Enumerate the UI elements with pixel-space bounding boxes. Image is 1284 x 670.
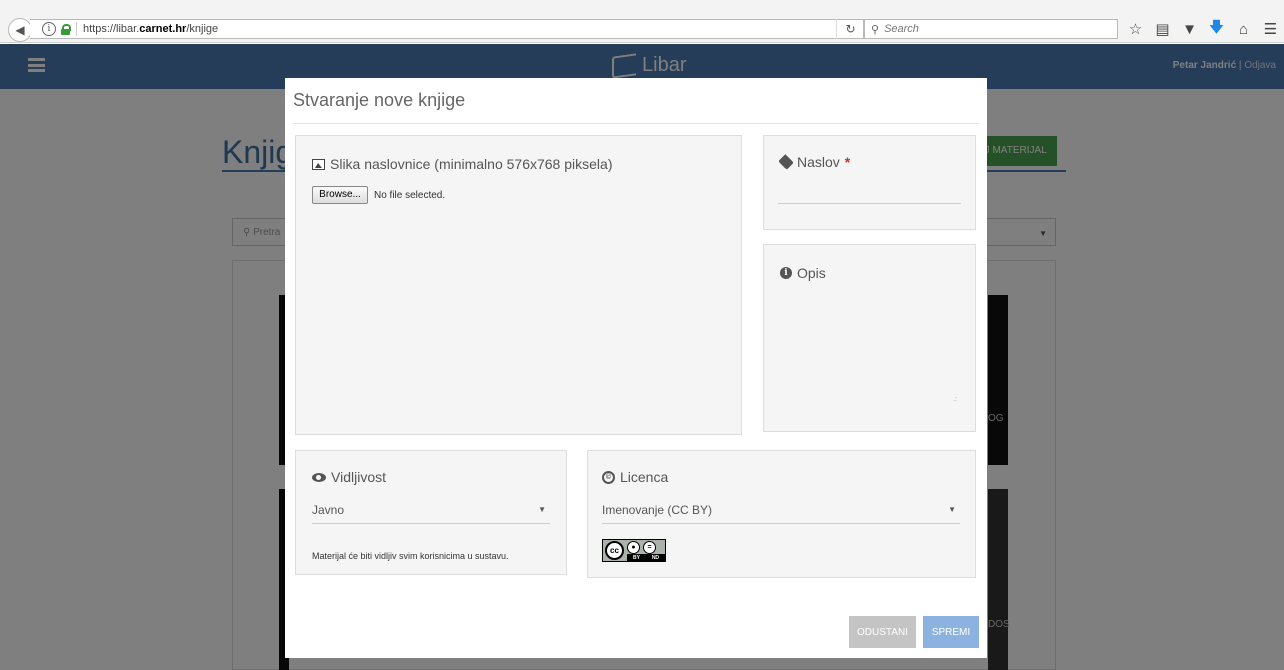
description-label: Opis bbox=[797, 265, 826, 281]
new-book-modal: Stvaranje nove knjige Slika naslovnice (… bbox=[285, 78, 987, 658]
cc-license-badge[interactable]: cc ● = BY ND bbox=[602, 539, 666, 562]
no-derivatives-icon: = bbox=[643, 541, 656, 554]
lock-icon[interactable] bbox=[61, 23, 71, 35]
visibility-label: Vidljivost bbox=[331, 469, 386, 485]
download-icon[interactable]: 🡇 bbox=[1203, 18, 1230, 40]
resize-grip-icon[interactable]: .: bbox=[953, 396, 957, 403]
save-button[interactable]: SPREMI bbox=[923, 616, 979, 648]
license-select[interactable]: Imenovanje (CC BY) ▼ bbox=[602, 503, 960, 524]
browser-search-field[interactable]: ⚲ Search bbox=[864, 19, 1118, 39]
title-input[interactable] bbox=[778, 186, 961, 204]
info-icon[interactable]: i bbox=[42, 22, 56, 36]
image-icon bbox=[312, 158, 325, 170]
eye-icon bbox=[312, 472, 326, 482]
chevron-down-icon: ▼ bbox=[538, 505, 546, 514]
menu-icon[interactable]: ☰ bbox=[1257, 18, 1284, 40]
url-text[interactable]: https://libar.carnet.hr/knjige bbox=[83, 23, 218, 35]
attribution-icon: ● bbox=[627, 541, 640, 554]
bookmark-star-icon[interactable]: ☆ bbox=[1122, 18, 1149, 40]
cancel-button[interactable]: ODUSTANI bbox=[849, 616, 916, 648]
reading-list-icon[interactable]: ▤ bbox=[1149, 18, 1176, 40]
pocket-icon[interactable]: ▼ bbox=[1176, 18, 1203, 40]
chevron-down-icon: ▼ bbox=[948, 505, 956, 514]
cover-image-label: Slika naslovnice (minimalno 576x768 piks… bbox=[330, 156, 613, 172]
description-panel: i Opis .: bbox=[763, 244, 976, 432]
title-panel: Naslov * bbox=[763, 135, 976, 230]
copyright-icon: © bbox=[602, 470, 615, 484]
visibility-select[interactable]: Javno ▼ bbox=[312, 503, 550, 524]
address-bar[interactable]: i https://libar.carnet.hr/knjige bbox=[30, 19, 864, 39]
tag-icon bbox=[778, 154, 794, 170]
license-panel: © Licenca Imenovanje (CC BY) ▼ cc ● = BY… bbox=[587, 450, 976, 578]
cover-image-panel: Slika naslovnice (minimalno 576x768 piks… bbox=[295, 135, 742, 435]
modal-title: Stvaranje nove knjige bbox=[293, 90, 466, 110]
back-icon[interactable]: ◀ bbox=[8, 18, 32, 42]
reload-icon[interactable]: ↻ bbox=[836, 19, 864, 39]
title-label: Naslov bbox=[797, 154, 840, 170]
browser-toolbar: ◀ i https://libar.carnet.hr/knjige ↻ ⚲ S… bbox=[0, 0, 1284, 43]
home-icon[interactable]: ⌂ bbox=[1230, 18, 1257, 40]
file-status: No file selected. bbox=[374, 190, 446, 201]
cc-icon: cc bbox=[605, 541, 624, 560]
search-icon: ⚲ bbox=[871, 23, 880, 36]
info-icon: i bbox=[780, 267, 792, 279]
visibility-help-text: Materijal će biti vidljiv svim korisnici… bbox=[312, 551, 509, 561]
description-textarea[interactable] bbox=[778, 291, 961, 411]
license-label: Licenca bbox=[620, 469, 669, 485]
required-marker: * bbox=[844, 154, 851, 170]
browse-button[interactable]: Browse... bbox=[312, 186, 368, 204]
visibility-panel: Vidljivost Javno ▼ Materijal će biti vid… bbox=[295, 450, 567, 575]
